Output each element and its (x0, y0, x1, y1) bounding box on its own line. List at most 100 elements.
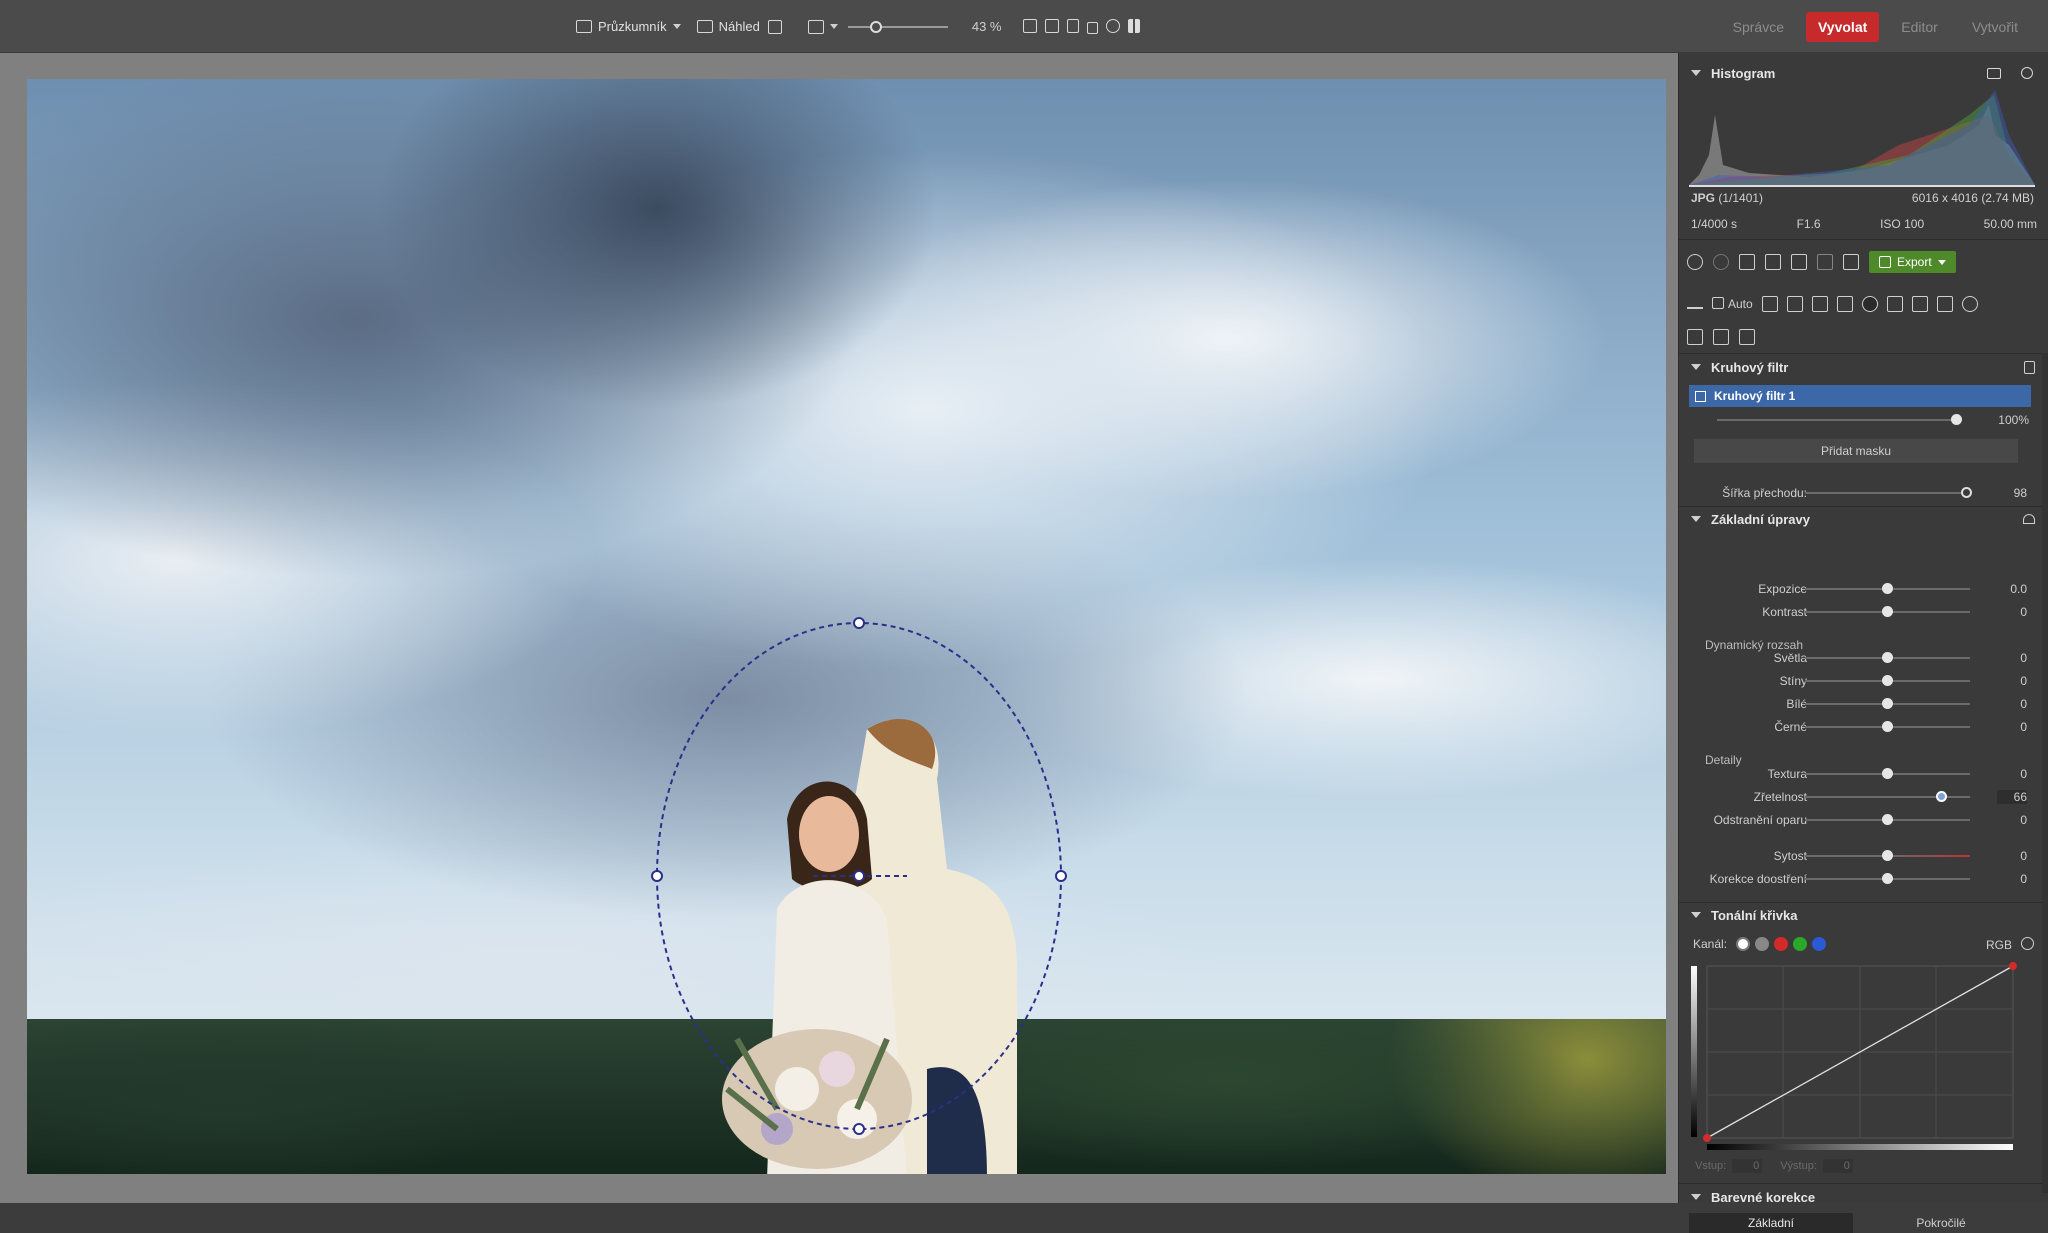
tab-advanced[interactable]: Pokročilé (1859, 1213, 2023, 1233)
rotate-right-icon[interactable] (1791, 254, 1807, 270)
slider-knob[interactable] (1881, 652, 1893, 663)
panel-scrollbar[interactable] (2042, 353, 2048, 1193)
slider-5[interactable]: Černé 0 (1679, 717, 2039, 737)
zoom-slider[interactable] (847, 19, 948, 35)
actual-size-icon[interactable] (1023, 19, 1038, 33)
slider-knob[interactable] (1881, 850, 1893, 861)
feather-slider[interactable]: Šířka přechodu: 98 (1679, 483, 2039, 503)
slider-knob[interactable] (1881, 583, 1893, 594)
slider-8[interactable]: Odstranění oparu 0 (1679, 810, 2039, 830)
slider-4[interactable]: Bílé 0 (1679, 694, 2039, 714)
text-icon[interactable] (1739, 329, 1755, 345)
presets-icon[interactable] (1843, 254, 1859, 270)
channel-red[interactable] (1774, 937, 1789, 951)
radial-filter-item[interactable]: Kruhový filtr 1 (1689, 385, 2031, 407)
gradient-icon[interactable] (1911, 296, 1928, 312)
mode-develop[interactable]: Vyvolat (1805, 11, 1880, 42)
brush-icon[interactable] (1886, 296, 1903, 312)
channel-luminance[interactable] (1736, 937, 1751, 951)
slider-knob[interactable] (1951, 414, 1962, 425)
curve-point[interactable] (1703, 1134, 1711, 1142)
radial-handle-left[interactable] (651, 870, 663, 882)
curve-point[interactable] (2009, 962, 2017, 970)
slider-9[interactable]: Sytost 0 (1679, 846, 2039, 866)
tone-curve-header[interactable]: Tonální křivka (1685, 903, 2037, 927)
histogram-header[interactable]: Histogram (1685, 61, 2037, 85)
slider-3[interactable]: Stíny 0 (1679, 671, 2039, 691)
slider-7[interactable]: Zřetelnost 66 (1679, 787, 2039, 807)
save-icon[interactable] (1817, 254, 1833, 270)
slider-knob[interactable] (1935, 791, 1947, 802)
radial-filter-header[interactable]: Kruhový filtr (1685, 355, 2037, 379)
undo-icon[interactable] (1687, 254, 1703, 270)
slider-10[interactable]: Korekce doostření 0 (1679, 869, 2039, 889)
redo-icon[interactable] (1713, 254, 1729, 270)
slider-knob[interactable] (1881, 721, 1893, 732)
radial-handle-top[interactable] (853, 617, 865, 629)
channel-green[interactable] (1793, 937, 1808, 951)
picture-icon[interactable] (1739, 254, 1755, 270)
view-mode-icons (1023, 19, 1141, 34)
gear-icon[interactable] (2021, 937, 2034, 950)
zoom-slider-knob[interactable] (869, 20, 882, 33)
radial-handle-center[interactable] (853, 870, 865, 882)
collapse-icon (1691, 912, 1701, 918)
pen-icon[interactable] (1687, 329, 1703, 345)
loupe-icon[interactable] (1106, 19, 1121, 33)
slider-knob[interactable] (1881, 768, 1893, 779)
lock-icon[interactable] (1087, 22, 1099, 34)
crop-icon[interactable] (1786, 296, 1803, 312)
slider-knob[interactable] (1960, 487, 1972, 498)
camera-icon[interactable] (1987, 67, 2001, 79)
fit-icon[interactable] (1045, 19, 1060, 33)
output-field[interactable]: 0 (1822, 1159, 1853, 1173)
radial-filter-overlay[interactable] (27, 79, 1666, 1174)
radial-handle-right[interactable] (1055, 870, 1067, 882)
rotate-left-icon[interactable] (1765, 254, 1781, 270)
slider-knob[interactable] (1881, 606, 1893, 617)
input-field[interactable]: 0 (1732, 1159, 1763, 1173)
trash-icon[interactable] (2024, 360, 2035, 374)
image-viewer[interactable] (0, 53, 1678, 1203)
opacity-slider[interactable]: 100% (1679, 410, 2039, 430)
mode-manager[interactable]: Správce (1721, 12, 1796, 42)
perspective-icon[interactable] (1811, 296, 1828, 312)
auto-button[interactable]: Auto (1712, 297, 1753, 311)
export-button[interactable]: Export (1869, 251, 1956, 273)
settings-icon[interactable] (2021, 67, 2033, 79)
tab-basic[interactable]: Základní (1689, 1213, 1853, 1233)
text-frame-icon[interactable] (1836, 296, 1853, 312)
healing-icon[interactable] (1936, 296, 1953, 312)
color-correction-header[interactable]: Barevné korekce (1685, 1185, 2037, 1209)
channel-blue[interactable] (1812, 937, 1827, 951)
channel-gray[interactable] (1755, 937, 1770, 951)
open-external-button[interactable] (764, 0, 786, 53)
stamp-icon[interactable] (1713, 329, 1729, 345)
radial-handle-bottom[interactable] (853, 1123, 865, 1135)
camera-icon[interactable] (1761, 296, 1778, 312)
slider-knob[interactable] (1881, 675, 1893, 686)
slider-knob[interactable] (1881, 873, 1893, 884)
preview-button[interactable]: Náhled (693, 0, 764, 53)
slider-1[interactable]: Kontrast 0 (1679, 602, 2039, 622)
compare-icon[interactable] (1128, 19, 1141, 33)
checkbox[interactable] (1695, 390, 1706, 402)
tone-curve-editor[interactable] (1691, 962, 2021, 1154)
reset-icon[interactable] (2023, 514, 2035, 524)
add-mask-button[interactable]: Přidat masku (1694, 439, 2018, 463)
slider-0[interactable]: Expozice 0.0 (1679, 579, 2039, 599)
slider-6[interactable]: Textura 0 (1679, 764, 2039, 784)
explorer-button[interactable]: Průzkumník (572, 0, 685, 53)
mode-create[interactable]: Vytvořit (1960, 12, 2030, 42)
mode-editor[interactable]: Editor (1889, 12, 1950, 42)
quick-fix-button[interactable] (804, 0, 842, 53)
adjustments-icon[interactable] (1687, 299, 1703, 309)
gear-icon[interactable] (1961, 296, 1978, 312)
chevron-down-icon (829, 24, 838, 29)
slider-knob[interactable] (1881, 814, 1893, 825)
fill-icon[interactable] (1067, 19, 1080, 33)
photo[interactable] (27, 79, 1666, 1174)
slider-knob[interactable] (1881, 698, 1893, 709)
radial-filter-icon[interactable] (1861, 296, 1878, 312)
basic-header[interactable]: Základní úpravy (1685, 507, 2037, 531)
